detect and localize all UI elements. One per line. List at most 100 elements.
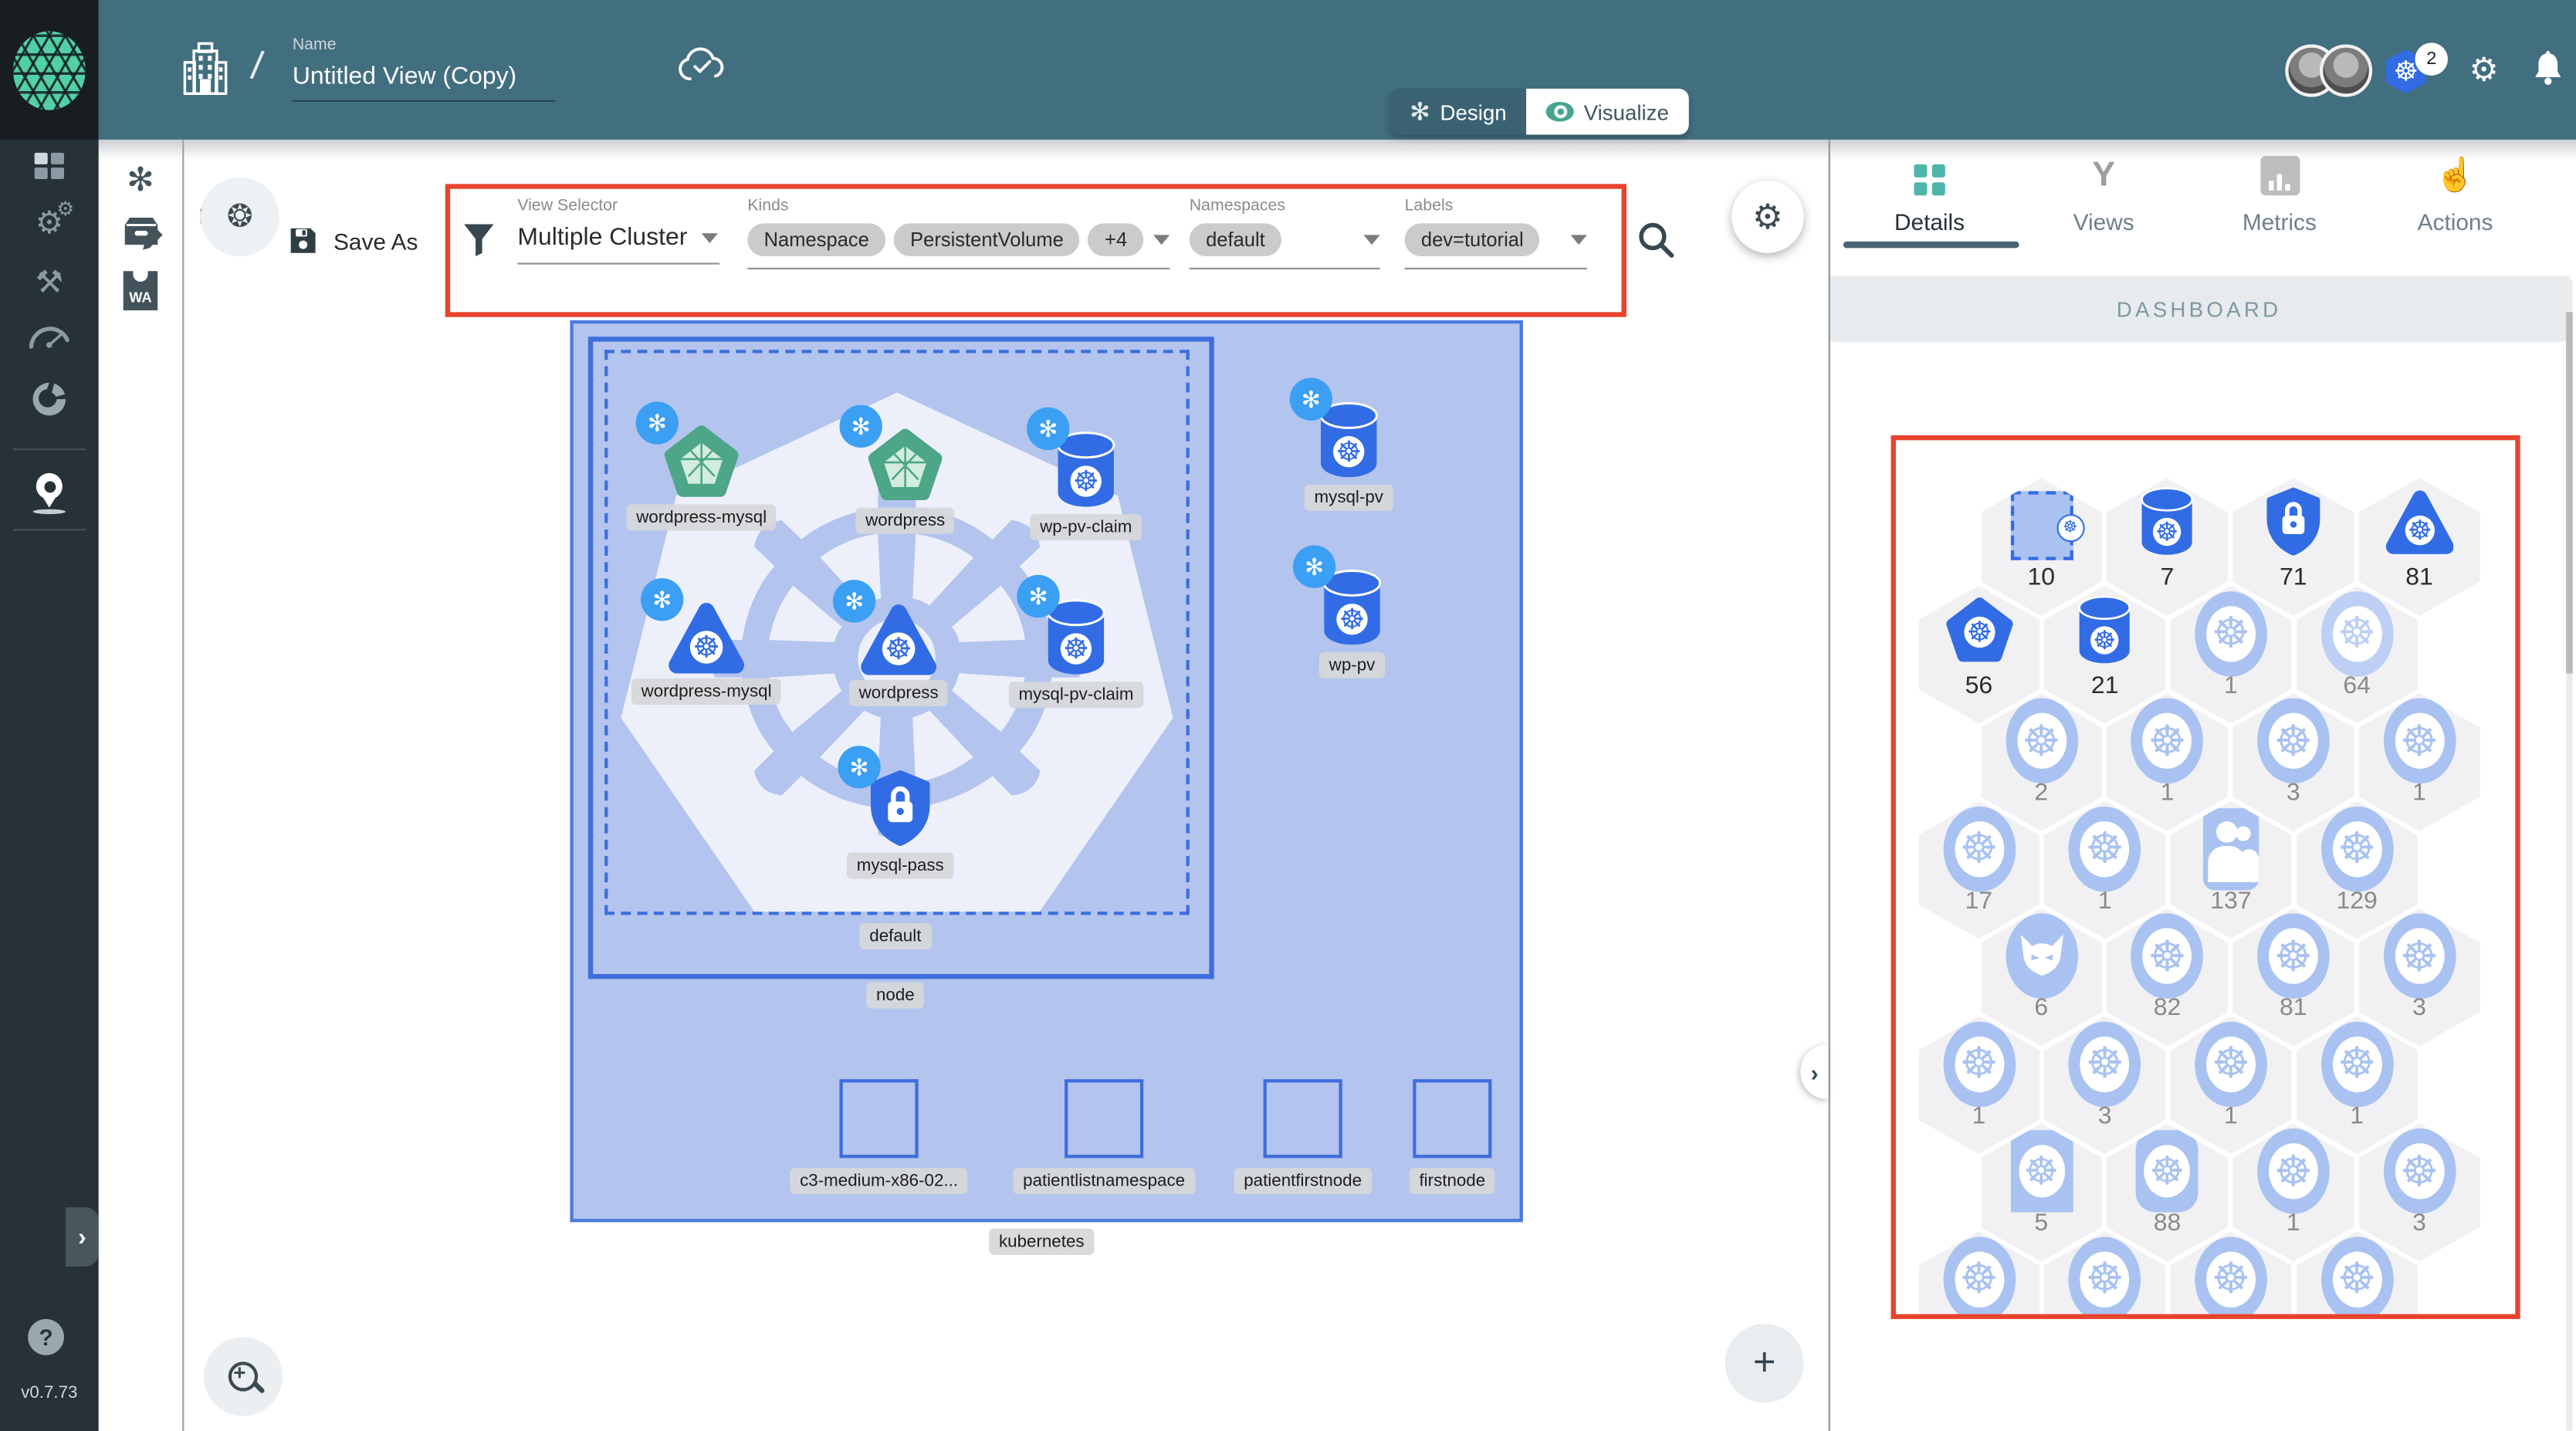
node-label[interactable]: wordpress-mysql (631, 678, 782, 705)
hex-resource-k8s-light[interactable]: ☸ 17 (1918, 800, 2040, 939)
hex-resource-k8s-light[interactable]: ☸ 1 (2043, 800, 2166, 939)
hex-resource-k8s-light[interactable]: ☸ 129 (2296, 800, 2418, 939)
hex-resource-k8s-light[interactable]: ☸ 3 (2358, 1123, 2480, 1262)
chevron-down-icon[interactable] (1153, 235, 1170, 245)
node-label[interactable]: c3-medium-x86-02... (790, 1168, 968, 1195)
node-label[interactable]: wordpress (855, 506, 955, 533)
collaborator-avatar[interactable] (2319, 44, 2373, 97)
hex-resource-daemon[interactable]: 6 (1980, 908, 2103, 1047)
wasm-filter-tool[interactable]: WA (99, 271, 183, 319)
k8s-context-count-badge[interactable]: 2 (2415, 42, 2448, 76)
sidebar-item-lifecycle[interactable]: ⚙ ⚙ (0, 195, 99, 251)
hex-resource-k8s-light[interactable]: ☸ 3 (2232, 693, 2354, 831)
panel-collapse-chevron[interactable]: › (1800, 1044, 1829, 1099)
kinds-field[interactable]: Kinds Namespace PersistentVolume +4 (747, 197, 1170, 270)
notifications-bell-icon[interactable] (2532, 50, 2565, 87)
canvas-node-mysql-pass[interactable]: ✻ (838, 746, 935, 847)
canvas-settings-button[interactable]: ⚙ (1731, 181, 1804, 253)
canvas-empty-node[interactable] (1065, 1079, 1144, 1159)
cluster-label[interactable]: kubernetes (989, 1228, 1095, 1255)
sidebar-item-configuration[interactable]: ⚒ (0, 255, 99, 310)
hex-resource-pentagon-blue[interactable]: ☸ 56 (1918, 585, 2040, 724)
hex-resource-namespace-dashed[interactable]: ☸ 10 (1980, 478, 2103, 617)
tab-views[interactable]: Y Views (2022, 153, 2186, 235)
node-label[interactable]: wp-pv-claim (1030, 514, 1142, 541)
sidebar-item-extensions[interactable] (0, 371, 99, 427)
settings-gear-icon[interactable]: ⚙ (2469, 49, 2499, 90)
tab-metrics[interactable]: Metrics (2197, 153, 2361, 235)
canvas-node-wordpress-mysql[interactable]: ☸ ✻ (640, 578, 745, 674)
organization-icon[interactable] (181, 41, 230, 96)
node-label[interactable]: mysql-pv-claim (1008, 682, 1144, 709)
hex-resource-cylinder[interactable]: ☸ 21 (2043, 585, 2166, 724)
hex-resource-k8s-light[interactable]: ☸ 1 (2232, 1123, 2354, 1262)
view-selector-value[interactable]: Multiple Cluster (517, 223, 687, 251)
chevron-down-icon[interactable] (702, 232, 719, 242)
save-as-button[interactable]: Save As (289, 227, 418, 255)
hex-resource-k8s-light[interactable]: ☸ 3 (2358, 908, 2480, 1047)
zoom-in-button[interactable] (203, 1337, 283, 1416)
filter-chip[interactable]: default (1189, 223, 1282, 256)
hex-resource-person[interactable]: 137 (2170, 800, 2292, 939)
canvas-node-mysql-pv[interactable]: ☸ ✻ (1289, 377, 1380, 479)
view-selector-field[interactable]: View Selector Multiple Cluster (517, 197, 720, 265)
right-panel-scrollbar-thumb[interactable] (2566, 312, 2573, 674)
namespace-label[interactable]: default (859, 923, 932, 950)
hex-resource-k8s-light[interactable]: ☸ 2 (1980, 693, 2103, 831)
meshery-swirl-tool[interactable]: ✻ (99, 159, 183, 200)
canvas-node-wordpress[interactable]: ☸ ✻ (832, 580, 937, 675)
hex-resource-k8s-light[interactable]: ☸ 1 (1918, 1016, 2040, 1155)
cloud-save-icon[interactable] (677, 46, 726, 86)
view-name-input[interactable] (292, 62, 556, 102)
node-label[interactable]: wp-pv (1318, 651, 1386, 678)
filter-funnel-icon[interactable] (463, 223, 494, 256)
node-label[interactable]: mysql-pv (1304, 484, 1393, 511)
hex-resource-triangle[interactable]: ☸ 81 (2358, 478, 2480, 617)
canvas-empty-node[interactable] (839, 1079, 919, 1159)
hex-resource-k8s-square[interactable]: ☸ 5 (1980, 1123, 2103, 1262)
hex-resource-shield-lock[interactable]: 71 (2232, 478, 2354, 617)
namespaces-field[interactable]: Namespaces default (1189, 197, 1380, 270)
canvas-node-mysql-pv-claim[interactable]: ☸ ✻ (1017, 574, 1108, 677)
labels-field[interactable]: Labels dev=tutorial (1404, 197, 1587, 270)
chevron-down-icon[interactable] (1363, 235, 1380, 245)
design-mode-button[interactable]: ✻ Design (1390, 88, 1527, 135)
tab-details[interactable]: Details (1847, 153, 2012, 235)
canvas-empty-node[interactable] (1413, 1079, 1492, 1159)
canvas-node-wordpress-mysql[interactable]: ✻ (635, 401, 740, 499)
hex-resource-k8s-light[interactable]: ☸ 1 (2170, 585, 2292, 724)
sidebar-item-performance[interactable] (0, 309, 99, 364)
search-icon[interactable] (1637, 220, 1676, 259)
help-button[interactable]: ? (28, 1318, 64, 1355)
node-label[interactable]: node (866, 982, 925, 1009)
node-label[interactable]: firstnode (1409, 1168, 1495, 1195)
hex-resource-k8s-light[interactable]: ☸ 81 (2232, 908, 2354, 1047)
canvas-node-wordpress[interactable]: ✻ (839, 404, 943, 502)
hex-resource-k8s-lighter[interactable]: ☸ 64 (2296, 585, 2418, 724)
hex-resource-k8s-light[interactable]: ☸ 82 (2106, 908, 2229, 1047)
visualize-mode-button[interactable]: Visualize (1526, 88, 1689, 135)
hex-resource-k8s-light[interactable]: ☸ 1 (2358, 693, 2480, 831)
hex-resource-cylinder[interactable]: ☸ 7 (2106, 478, 2229, 617)
tab-actions[interactable]: ☝ Actions (2373, 153, 2537, 235)
filter-chip[interactable]: Namespace (747, 223, 886, 256)
node-label[interactable]: mysql-pass (846, 852, 954, 879)
hex-resource-k8s-rounded[interactable]: ☸ 88 (2106, 1123, 2229, 1262)
node-label[interactable]: patientfirstnode (1234, 1168, 1372, 1195)
hex-resource-k8s-light[interactable]: ☸ 1 (2170, 1016, 2292, 1155)
floating-cluster-button[interactable]: ❂ (200, 177, 279, 256)
filter-chip[interactable]: +4 (1088, 223, 1144, 256)
meshery-logo[interactable] (0, 0, 99, 140)
catalog-archive-tool[interactable] (99, 215, 183, 256)
filter-chip[interactable]: dev=tutorial (1404, 223, 1540, 256)
hex-resource-k8s-light[interactable]: ☸ 3 (2043, 1016, 2166, 1155)
sidebar-expand-chevron[interactable]: › (66, 1207, 99, 1267)
add-node-button[interactable]: + (1725, 1324, 1804, 1403)
canvas-node-wp-pv[interactable]: ☸ ✻ (1292, 545, 1383, 647)
hex-resource-k8s-light[interactable]: ☸ 1 (2106, 693, 2229, 831)
hex-resource-k8s-light[interactable]: ☸ 1 (2296, 1016, 2418, 1155)
chevron-down-icon[interactable] (1570, 235, 1587, 245)
canvas-empty-node[interactable] (1263, 1079, 1342, 1159)
node-label[interactable]: wordpress-mysql (626, 503, 777, 530)
node-label[interactable]: patientlistnamespace (1013, 1168, 1195, 1195)
